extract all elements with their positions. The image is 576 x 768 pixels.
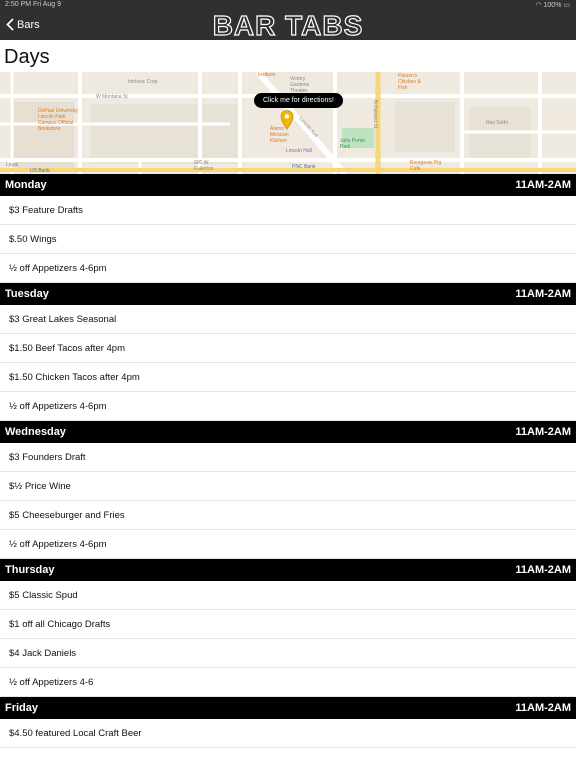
day-hours: 11AM-2AM bbox=[515, 564, 571, 576]
special-item[interactable]: ½ off Appetizers 4-6 bbox=[0, 668, 576, 697]
special-item[interactable]: ½ off Appetizers 4-6pm bbox=[0, 254, 576, 283]
directions-callout[interactable]: Click me for directions! bbox=[254, 93, 343, 108]
day-header-wednesday: Wednesday 11AM-2AM bbox=[0, 421, 576, 443]
map-label-montana: W Montana St bbox=[96, 94, 128, 100]
day-name: Wednesday bbox=[5, 426, 66, 438]
special-item[interactable]: $4 Jack Daniels bbox=[0, 639, 576, 668]
specials-list: Monday 11AM-2AM $3 Feature Drafts $.50 Wing… bbox=[0, 174, 576, 748]
map-label-reysethi: Rey Sethi bbox=[486, 120, 508, 126]
day-name: Tuesday bbox=[5, 288, 49, 300]
map-label-parsons: Parson's Chicken & Fish bbox=[398, 73, 421, 91]
special-item[interactable]: ½ off Appetizers 4-6pm bbox=[0, 530, 576, 559]
map-label-intrinsic: Intrinsic Corp bbox=[128, 79, 158, 85]
wifi-icon: ◠ bbox=[535, 2, 542, 9]
map-label-institute: Institute bbox=[258, 72, 276, 78]
day-hours: 11AM-2AM bbox=[515, 179, 571, 191]
map-label-lincoln-hall: Lincoln Hall bbox=[286, 148, 312, 154]
map-view[interactable]: Intrinsic Corp W Montana St DePaul Unive… bbox=[0, 72, 576, 174]
day-header-thursday: Thursday 11AM-2AM bbox=[0, 559, 576, 581]
navigation-bar: Bars BAR TABS bbox=[0, 10, 576, 41]
map-label-pnc: PNC Bank bbox=[292, 164, 316, 170]
special-item[interactable]: $5 Cheeseburger and Fries bbox=[0, 501, 576, 530]
day-name: Thursday bbox=[5, 564, 55, 576]
map-pin-icon[interactable] bbox=[280, 110, 294, 130]
map-label-depaul: DePaul University Lincoln Park Campus Of… bbox=[38, 108, 78, 132]
battery-level: 100% bbox=[543, 2, 562, 9]
status-battery: ◠ 100% ▭ bbox=[535, 1, 570, 9]
map-label-usbank: US Bank bbox=[30, 168, 50, 174]
page-title: Days bbox=[4, 46, 50, 68]
day-name: Friday bbox=[5, 702, 39, 714]
special-item[interactable]: $1.50 Chicken Tacos after 4pm bbox=[0, 363, 576, 392]
special-item[interactable]: $3 Feature Drafts bbox=[0, 196, 576, 225]
status-time: 2:50 PM Fri Aug 9 bbox=[5, 1, 62, 8]
battery-icon: ▭ bbox=[563, 2, 570, 9]
day-header-monday: Monday 11AM-2AM bbox=[0, 174, 576, 196]
map-label-halsted: N Halsted St bbox=[372, 100, 378, 129]
app-title: BAR TABS bbox=[212, 10, 364, 41]
special-item[interactable]: $5 Classic Spud bbox=[0, 581, 576, 610]
map-label-fullerton: 900 W Fullerton bbox=[194, 160, 214, 172]
special-item[interactable]: $1.50 Beef Tacos after 4pm bbox=[0, 334, 576, 363]
special-item[interactable]: $4.50 featured Local Craft Beer bbox=[0, 719, 576, 748]
map-label-victory: Victory Gardens Theater bbox=[290, 76, 310, 94]
day-header-friday: Friday 11AM-2AM bbox=[0, 697, 576, 719]
day-header-tuesday: Tuesday 11AM-2AM bbox=[0, 283, 576, 305]
special-item[interactable]: $3 Great Lakes Seasonal bbox=[0, 305, 576, 334]
special-item[interactable]: $1 off all Chicago Drafts bbox=[0, 610, 576, 639]
map-label-bourgeois: Bourgeois Pig Cafe bbox=[410, 160, 442, 172]
day-hours: 11AM-2AM bbox=[515, 702, 571, 714]
map-label-julia-porter-park: Julia Porter Park bbox=[340, 138, 366, 150]
special-item[interactable]: $½ Price Wine bbox=[0, 472, 576, 501]
day-hours: 11AM-2AM bbox=[515, 426, 571, 438]
special-item[interactable]: ½ off Appetizers 4-6pm bbox=[0, 392, 576, 421]
special-item[interactable]: $.50 Wings bbox=[0, 225, 576, 254]
day-hours: 11AM-2AM bbox=[515, 288, 571, 300]
day-name: Monday bbox=[5, 179, 47, 191]
special-item[interactable]: $3 Founders Draft bbox=[0, 443, 576, 472]
map-label-legal: Legal bbox=[6, 162, 19, 168]
